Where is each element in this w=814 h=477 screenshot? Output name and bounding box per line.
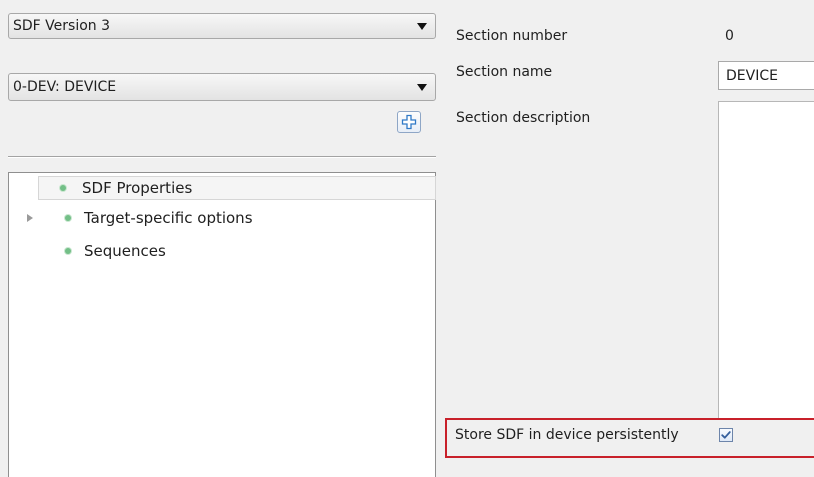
section-name-value: DEVICE [726, 67, 778, 84]
persist-checkbox[interactable] [719, 428, 733, 442]
checkmark-icon [721, 431, 731, 439]
tree-item-sdf-properties[interactable]: SDF Properties [38, 176, 436, 200]
add-section-button[interactable] [397, 111, 421, 133]
section-number-value: 0 [725, 28, 734, 44]
sdf-version-value: SDF Version 3 [13, 18, 111, 34]
properties-tree[interactable]: SDF Properties Target-specific options S… [8, 172, 436, 477]
sdf-version-dropdown[interactable]: SDF Version 3 [8, 13, 436, 39]
section-name-input[interactable]: DEVICE [718, 61, 814, 90]
green-dot-icon [65, 215, 71, 221]
left-pane-separator [8, 156, 436, 158]
persist-label: Store SDF in device persistently [455, 427, 679, 443]
section-select-dropdown[interactable]: 0-DEV: DEVICE [8, 73, 436, 101]
green-dot-icon [60, 185, 66, 191]
chevron-down-icon [417, 83, 427, 91]
section-name-label: Section name [456, 64, 553, 80]
tree-item-sequences[interactable]: Sequences [10, 239, 166, 263]
expand-arrow-icon[interactable] [27, 214, 33, 222]
chevron-down-icon [417, 22, 427, 30]
plus-icon [401, 114, 417, 130]
tree-item-label: SDF Properties [82, 179, 193, 197]
green-dot-icon [65, 248, 71, 254]
section-number-label: Section number [456, 28, 568, 44]
tree-item-label: Sequences [84, 242, 166, 260]
section-select-value: 0-DEV: DEVICE [13, 79, 117, 95]
sdf-properties-window: SDF Version 3 0-DEV: DEVICE SDF Properti… [0, 0, 814, 477]
section-description-textarea[interactable] [718, 101, 814, 419]
section-description-label: Section description [456, 110, 591, 126]
tree-item-target-specific-options[interactable]: Target-specific options [10, 206, 253, 230]
tree-item-label: Target-specific options [84, 209, 253, 227]
